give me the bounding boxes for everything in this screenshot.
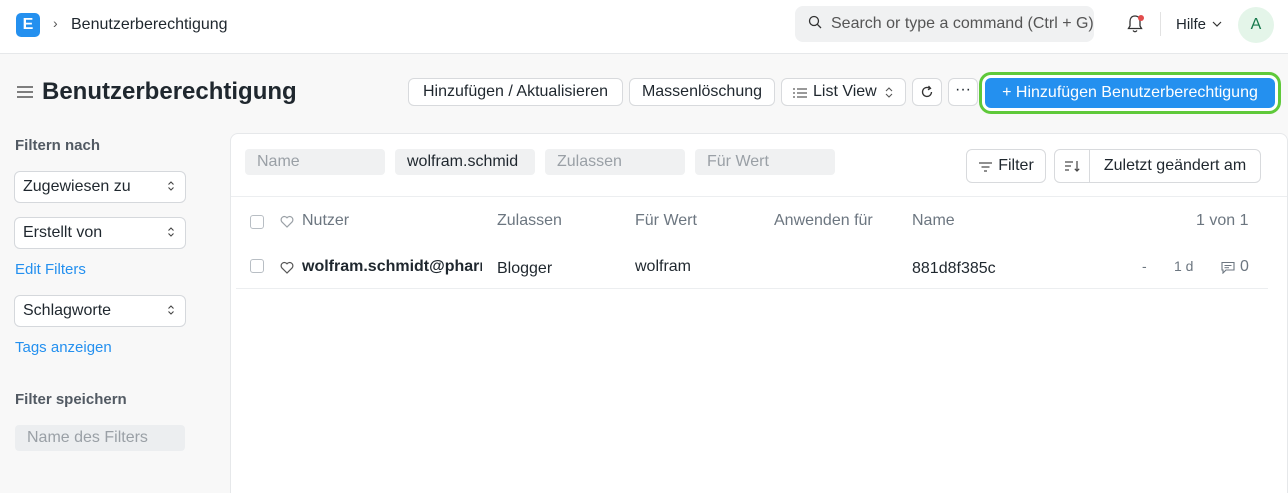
heart-icon (280, 215, 294, 228)
updown-chevron-icon (168, 181, 174, 191)
select-all-checkbox[interactable] (250, 215, 264, 229)
page-title: Benutzerberechtigung (42, 78, 297, 105)
filter-name-input[interactable]: Name des Filters (15, 425, 185, 451)
column-allow[interactable]: Zulassen (497, 212, 562, 230)
row-allow: Blogger (497, 260, 553, 277)
breadcrumb-chevron-icon: › (53, 15, 58, 31)
column-for-value[interactable]: Für Wert (635, 212, 697, 230)
view-switcher[interactable]: List View (781, 78, 906, 106)
updown-chevron-icon (885, 87, 893, 98)
updown-chevron-icon (168, 227, 174, 237)
add-update-button[interactable]: Hinzufügen / Aktualisieren (408, 78, 623, 106)
filter-icon (979, 162, 992, 172)
sort-by-button[interactable]: Zuletzt geändert am (1089, 149, 1261, 183)
column-name[interactable]: Name (912, 212, 955, 230)
assigned-to-select[interactable]: Zugewiesen zu (14, 171, 186, 203)
updown-chevron-icon (168, 305, 174, 315)
user-filter-input[interactable]: wolfram.schmid (395, 149, 535, 175)
row-dash: - (1142, 258, 1147, 274)
column-user[interactable]: Nutzer (302, 212, 349, 230)
comment-icon (1221, 261, 1235, 274)
row-comment-count: 0 (1240, 258, 1249, 275)
allow-filter-input[interactable]: Zulassen (545, 149, 685, 175)
app-logo[interactable]: E (16, 13, 40, 37)
more-actions-button[interactable]: ··· (948, 78, 978, 106)
edit-filters-link[interactable]: Edit Filters (15, 261, 86, 278)
row-divider (236, 288, 1268, 289)
sidebar-toggle-icon[interactable] (16, 85, 34, 99)
add-user-permission-button[interactable]: + Hinzufügen Benutzerberechtigung (985, 78, 1275, 108)
row-user-link[interactable]: wolfram.schmidt@pharma (302, 258, 482, 276)
created-by-select[interactable]: Erstellt von (14, 217, 186, 249)
result-count: 1 von 1 (1196, 212, 1249, 229)
for-value-filter-input[interactable]: Für Wert (695, 149, 835, 175)
navbar-divider (1160, 12, 1161, 36)
refresh-icon (921, 85, 933, 98)
column-apply-to[interactable]: Anwenden für (774, 212, 873, 230)
show-tags-link[interactable]: Tags anzeigen (15, 339, 112, 356)
filter-button-label: Filter (998, 157, 1034, 174)
list-card (230, 133, 1288, 493)
bulk-delete-button[interactable]: Massenlöschung (629, 78, 775, 106)
notification-dot (1138, 15, 1144, 21)
row-modified: 1 d (1174, 258, 1194, 274)
heart-icon[interactable] (280, 261, 294, 274)
refresh-button[interactable] (912, 78, 942, 106)
created-by-label: Erstellt von (23, 224, 103, 241)
row-checkbox[interactable] (250, 259, 264, 273)
navbar: E › Benutzerberechtigung Search or type … (0, 0, 1288, 54)
tags-select[interactable]: Schlagworte (14, 295, 186, 327)
row-name: 881d8f385c (912, 260, 996, 277)
search-icon (808, 15, 822, 29)
row-for-value: wolfram (635, 258, 692, 275)
view-switcher-label: List View (813, 83, 877, 100)
search-input[interactable]: Search or type a command (Ctrl + G) (795, 6, 1094, 42)
breadcrumb[interactable]: Benutzerberechtigung (71, 16, 228, 34)
sort-direction-button[interactable] (1054, 149, 1090, 183)
assigned-to-label: Zugewiesen zu (23, 178, 131, 195)
sort-icon (1065, 161, 1080, 172)
divider (231, 196, 1287, 197)
name-filter-input[interactable]: Name (245, 149, 385, 175)
avatar[interactable]: A (1238, 7, 1274, 43)
list-icon (793, 88, 807, 98)
save-filter-heading: Filter speichern (15, 391, 127, 408)
filter-button[interactable]: Filter (966, 149, 1046, 183)
chevron-down-icon (1212, 21, 1222, 27)
tags-label: Schlagworte (23, 302, 112, 319)
filter-by-heading: Filtern nach (15, 137, 101, 154)
help-menu[interactable]: Hilfe (1176, 16, 1206, 33)
